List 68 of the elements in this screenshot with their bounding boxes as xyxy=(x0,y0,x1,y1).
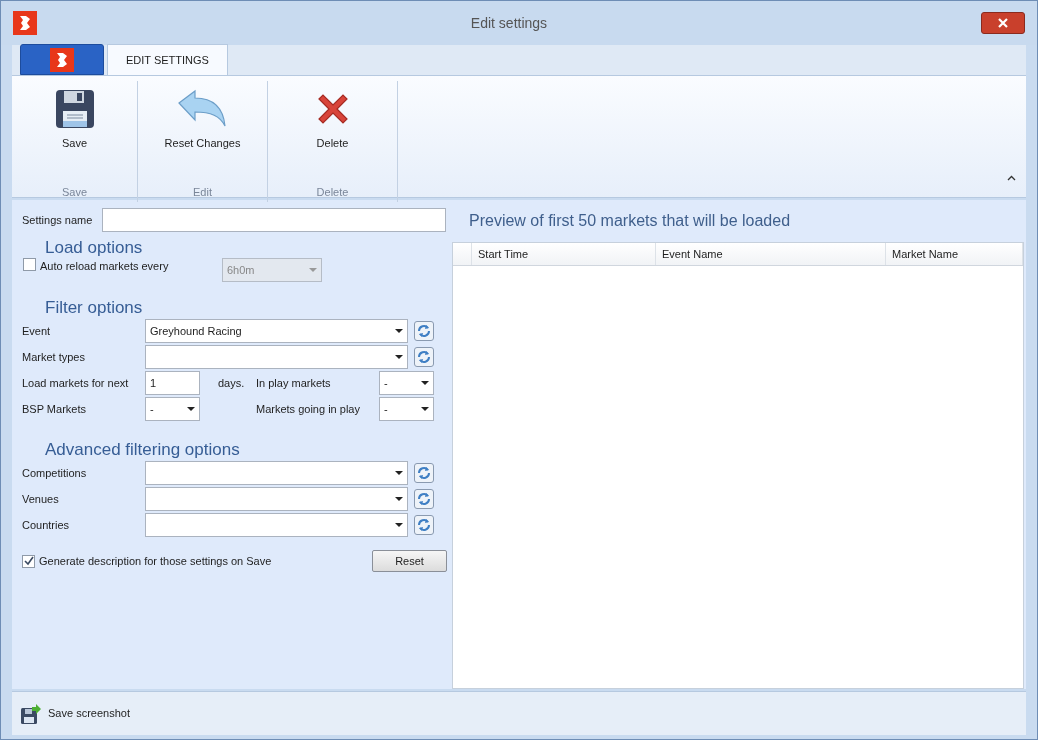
checkbox-label: Auto reload markets every xyxy=(40,259,170,274)
refresh-button[interactable] xyxy=(414,489,434,509)
field-label: Markets going in play xyxy=(256,402,360,415)
caret-icon xyxy=(421,381,429,385)
field-label: BSP Markets xyxy=(22,402,86,415)
field-label: Event xyxy=(22,324,51,337)
caret-icon xyxy=(395,497,403,501)
refresh-button[interactable] xyxy=(414,515,434,535)
dropdown-field[interactable]: Greyhound Racing xyxy=(145,319,408,343)
ribbon-group-label: Delete xyxy=(316,184,349,200)
field-label: In play markets xyxy=(256,376,331,389)
save-screenshot-button[interactable]: Save screenshot xyxy=(20,702,130,725)
dropdown-field[interactable]: - xyxy=(145,397,200,421)
refresh-icon xyxy=(417,350,431,364)
reset-button[interactable]: Reset xyxy=(372,550,447,572)
ribbon-button[interactable]: Save xyxy=(48,89,101,167)
checkbox[interactable] xyxy=(22,554,35,568)
close-button[interactable] xyxy=(981,12,1025,34)
refresh-button[interactable] xyxy=(414,321,434,341)
caret-icon xyxy=(309,268,317,272)
app-menu-button[interactable] xyxy=(20,44,104,75)
dropdown-field[interactable] xyxy=(145,461,408,485)
field-label: Venues xyxy=(22,492,59,505)
ribbon-group-label: Edit xyxy=(193,184,212,200)
floppy-disk-icon xyxy=(20,702,42,725)
app-logo-icon xyxy=(13,11,37,35)
refresh-icon xyxy=(417,324,431,338)
ribbon-button[interactable]: Delete xyxy=(306,89,359,167)
field-label: Competitions xyxy=(22,466,87,479)
dropdown-field[interactable] xyxy=(145,487,408,511)
collapse-ribbon-icon[interactable] xyxy=(1007,175,1016,181)
column-header[interactable]: Start Time xyxy=(472,243,656,265)
checkbox-label: Generate description for those settings on Save xyxy=(39,553,272,569)
ribbon-button[interactable]: Reset Changes xyxy=(158,89,247,167)
section-heading: Advanced filtering options xyxy=(45,440,241,460)
refresh-icon xyxy=(417,518,431,532)
refresh-button[interactable] xyxy=(414,463,434,483)
ribbon-group-label: Save xyxy=(61,184,88,200)
refresh-icon xyxy=(417,466,431,480)
column-header[interactable]: Event Name xyxy=(656,243,886,265)
caret-icon xyxy=(421,407,429,411)
dropdown-field[interactable] xyxy=(145,345,408,369)
field-label: Load markets for next xyxy=(22,376,129,389)
app-logo-icon xyxy=(50,47,74,72)
field-label: Settings name xyxy=(22,212,93,228)
window-title: Edit settings xyxy=(469,13,549,33)
caret-icon xyxy=(395,329,403,333)
refresh-icon xyxy=(417,492,431,506)
caret-icon xyxy=(395,523,403,527)
section-heading: Filter options xyxy=(45,298,144,318)
field-label: Countries xyxy=(22,518,70,531)
close-icon xyxy=(998,18,1008,28)
refresh-button[interactable] xyxy=(414,347,434,367)
ribbon-tab[interactable]: EDIT SETTINGS xyxy=(107,44,228,75)
unit-label: days. xyxy=(218,375,246,391)
section-heading: Load options xyxy=(45,238,144,258)
caret-icon xyxy=(187,407,195,411)
dropdown-field[interactable]: - xyxy=(379,371,434,395)
field-label: Market types xyxy=(22,350,85,363)
caret-icon xyxy=(395,355,403,359)
caret-icon xyxy=(395,471,403,475)
dropdown-field[interactable] xyxy=(145,513,408,537)
column-header[interactable]: Market Name xyxy=(886,243,1023,265)
dropdown-field[interactable]: - xyxy=(379,397,434,421)
settings-name-field[interactable] xyxy=(102,208,446,232)
days-field[interactable]: 1 xyxy=(145,371,200,395)
preview-title: Preview of first 50 markets that will be loaded xyxy=(468,211,792,231)
curved-arrow-icon xyxy=(177,89,228,129)
